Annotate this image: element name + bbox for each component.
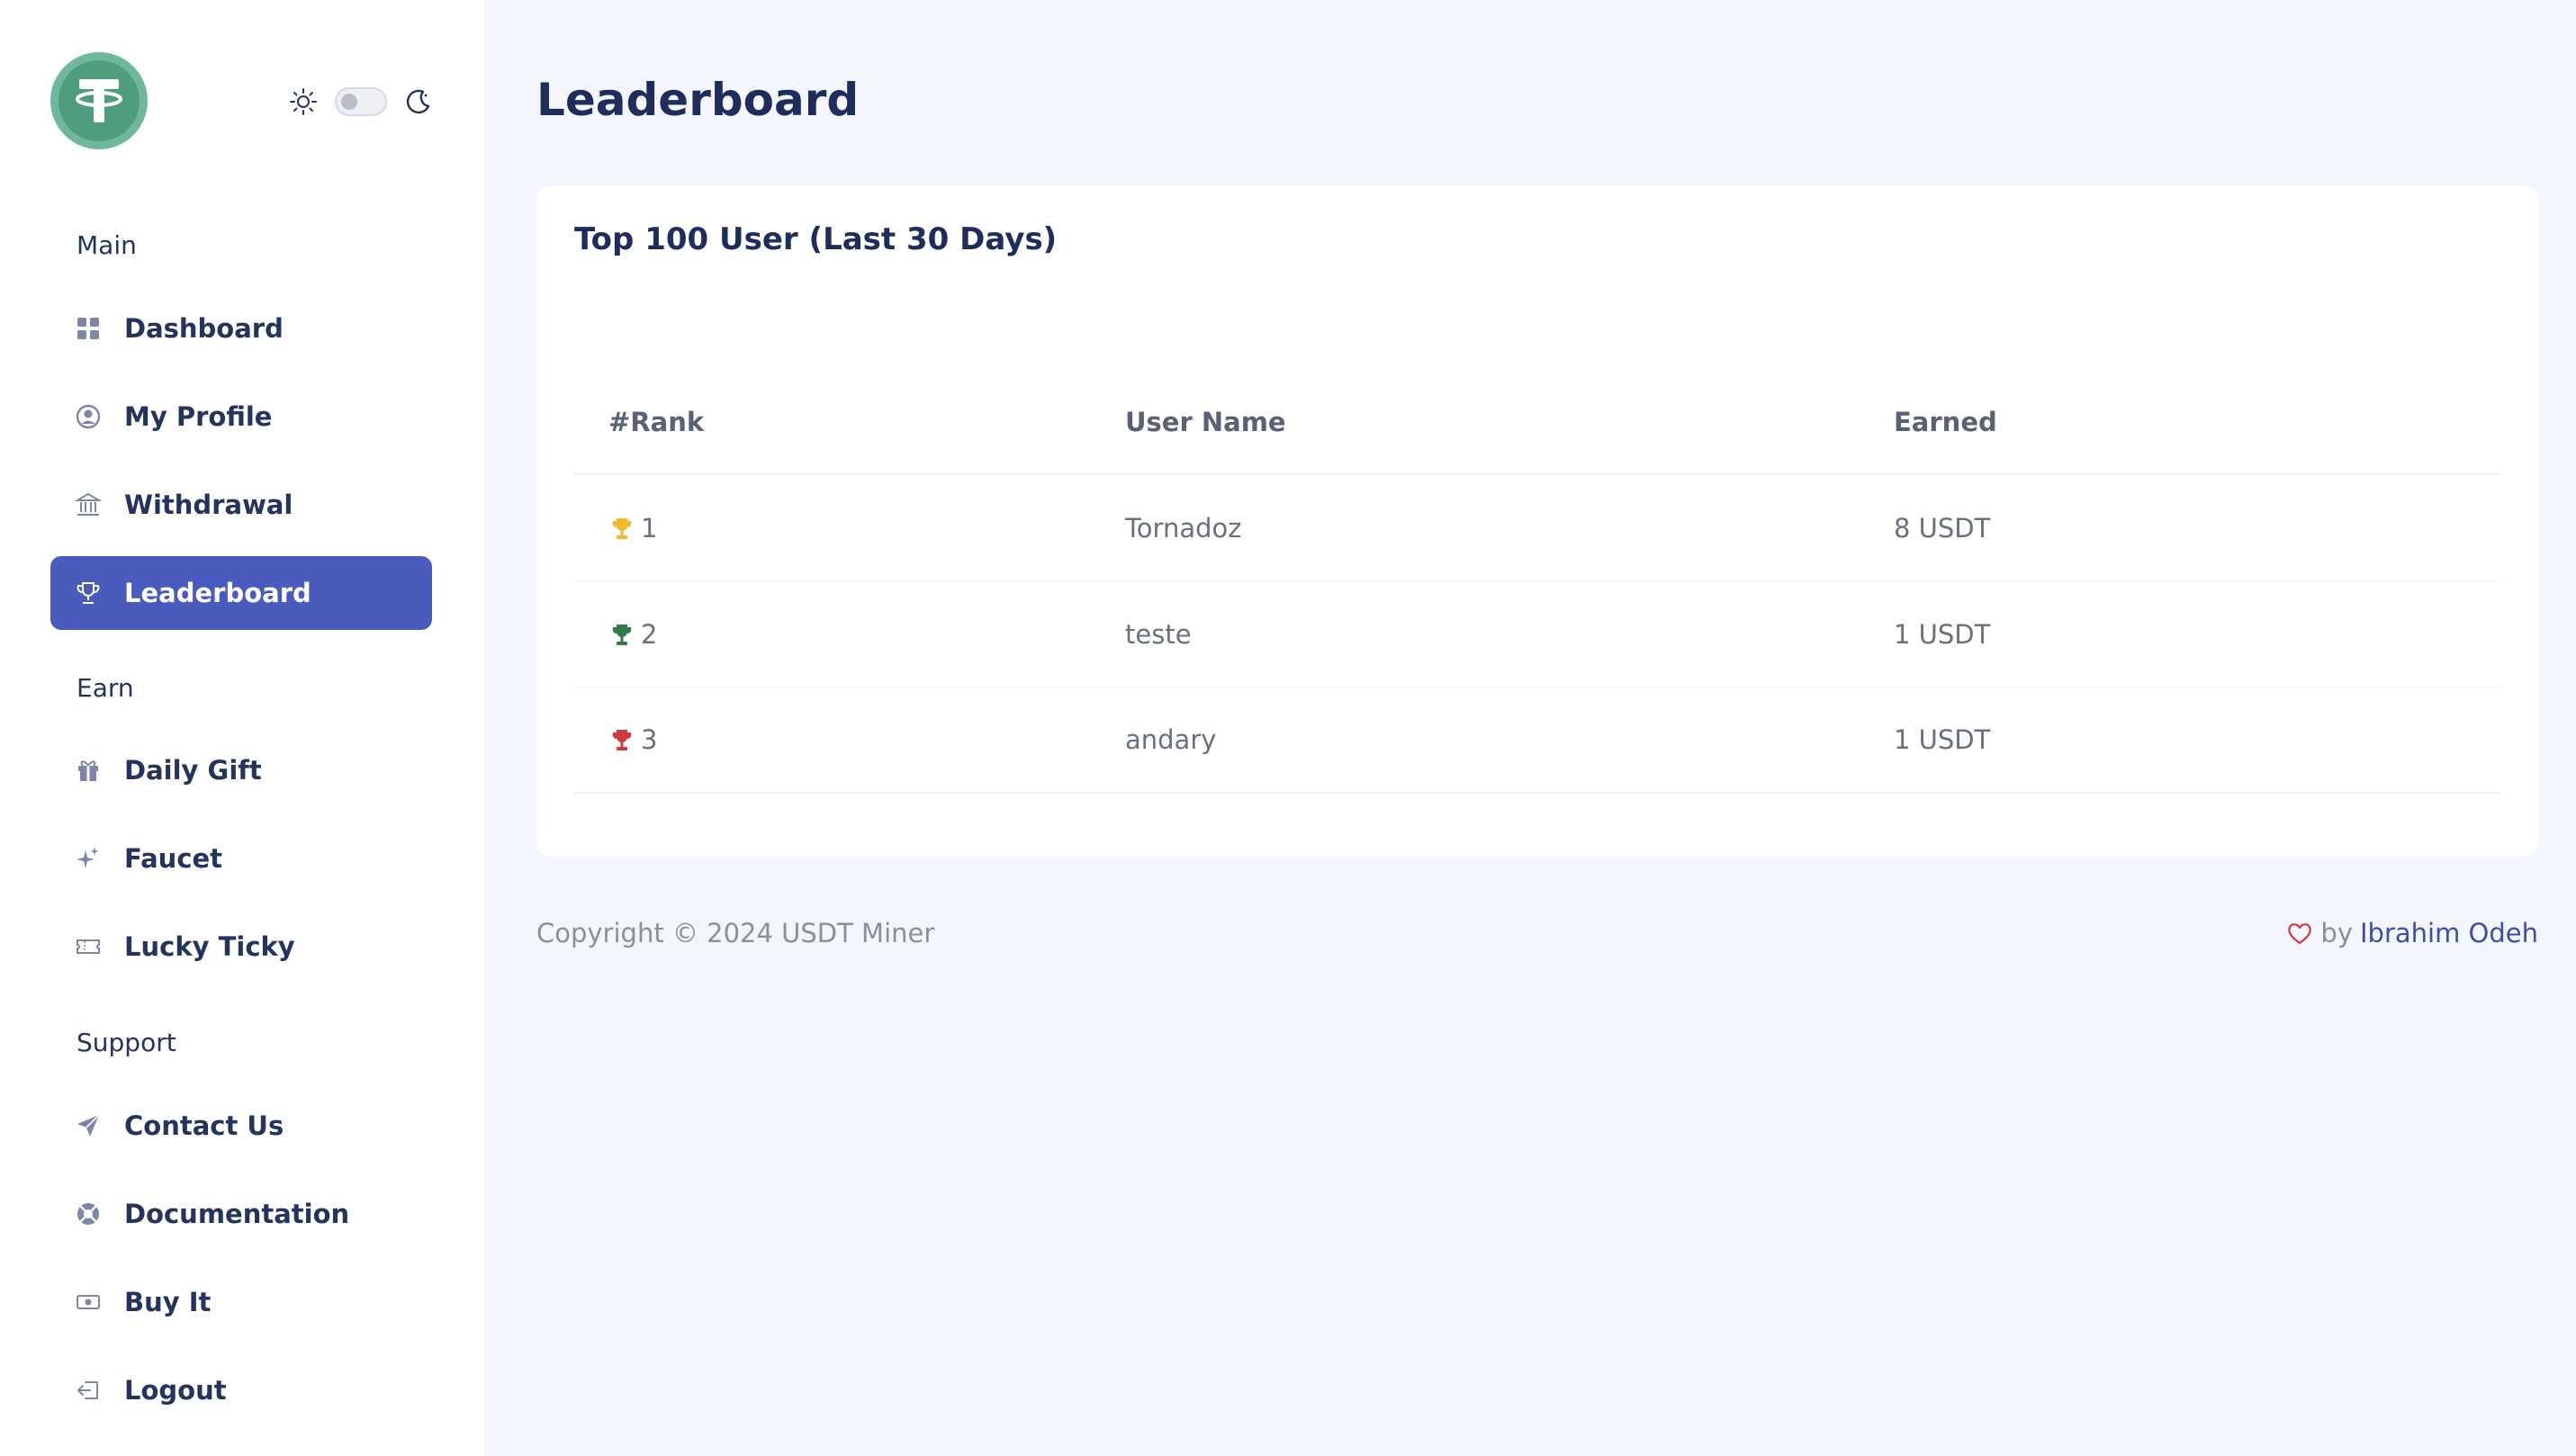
rank-value: 2 bbox=[641, 618, 658, 650]
table-header: #Rank User Name Earned bbox=[574, 371, 2500, 475]
gift-icon bbox=[74, 756, 103, 785]
sidebar-item-dashboard[interactable]: Dashboard bbox=[50, 292, 432, 365]
copyright-text: Copyright © 2024 USDT Miner bbox=[536, 918, 935, 948]
section-title-support: Support bbox=[77, 1028, 176, 1057]
trophy-icon bbox=[74, 579, 103, 607]
sidebar-item-label: Leaderboard bbox=[124, 578, 311, 608]
column-header-user-name[interactable]: User Name bbox=[1125, 407, 1894, 437]
earned-cell: 8 USDT bbox=[1894, 512, 1991, 544]
theme-toggle bbox=[288, 86, 434, 117]
sidebar-item-faucet[interactable]: Faucet bbox=[50, 822, 432, 895]
credits: by Ibrahim Odeh bbox=[2286, 918, 2538, 948]
sidebar-item-label: Documentation bbox=[124, 1199, 350, 1229]
table-row: 1 Tornadoz 8 USDT bbox=[574, 475, 2500, 581]
grid-icon bbox=[74, 314, 103, 343]
sidebar-item-contact-us[interactable]: Contact Us bbox=[50, 1089, 432, 1163]
column-header-rank[interactable]: #Rank bbox=[574, 407, 1125, 437]
logout-icon bbox=[74, 1376, 103, 1405]
sidebar-item-leaderboard[interactable]: Leaderboard bbox=[50, 556, 432, 630]
rank-value: 1 bbox=[641, 512, 658, 544]
table-row: 2 teste 1 USDT bbox=[574, 581, 2500, 688]
brand-row bbox=[50, 52, 434, 151]
table-row: 3 andary 1 USDT bbox=[574, 688, 2500, 794]
leaderboard-table: #Rank User Name Earned 1 Tornadoz 8 USDT… bbox=[574, 371, 2500, 794]
earned-cell: 1 USDT bbox=[1894, 724, 1991, 755]
user-name-cell: Tornadoz bbox=[1125, 512, 1242, 544]
credits-by: by bbox=[2320, 918, 2353, 948]
heart-icon bbox=[2288, 923, 2312, 945]
moon-icon[interactable] bbox=[403, 86, 434, 117]
sidebar-item-label: Withdrawal bbox=[124, 490, 293, 520]
lifebuoy-icon bbox=[74, 1200, 103, 1228]
cash-icon bbox=[74, 1288, 103, 1317]
section-title-main: Main bbox=[77, 230, 137, 260]
sidebar-item-label: Dashboard bbox=[124, 313, 284, 344]
sidebar-item-label: Lucky Ticky bbox=[124, 931, 295, 962]
sidebar-item-documentation[interactable]: Documentation bbox=[50, 1177, 432, 1251]
bank-icon bbox=[74, 490, 103, 519]
sidebar-item-daily-gift[interactable]: Daily Gift bbox=[50, 733, 432, 807]
sidebar-item-lucky-ticky[interactable]: Lucky Ticky bbox=[50, 910, 432, 984]
trophy-green-icon bbox=[612, 624, 632, 645]
sidebar-item-label: Buy It bbox=[124, 1287, 212, 1317]
sidebar-item-withdrawal[interactable]: Withdrawal bbox=[50, 468, 432, 542]
sidebar-item-my-profile[interactable]: My Profile bbox=[50, 380, 432, 454]
sidebar-item-label: Faucet bbox=[124, 843, 223, 874]
sidebar-item-label: Logout bbox=[124, 1375, 227, 1406]
sidebar-item-buy-it[interactable]: Buy It bbox=[50, 1265, 432, 1339]
trophy-red-icon bbox=[612, 730, 632, 750]
user-name-cell: andary bbox=[1125, 724, 1217, 755]
page-title: Leaderboard bbox=[536, 74, 860, 126]
card-title: Top 100 User (Last 30 Days) bbox=[574, 221, 1058, 257]
earned-cell: 1 USDT bbox=[1894, 618, 1991, 650]
sidebar-item-label: Contact Us bbox=[124, 1110, 284, 1141]
rank-value: 3 bbox=[641, 724, 658, 755]
sidebar: Main Dashboard My Profile Withdrawal Lea… bbox=[0, 0, 484, 1456]
sidebar-item-label: Daily Gift bbox=[124, 755, 262, 786]
section-title-earn: Earn bbox=[77, 673, 134, 703]
user-name-cell: teste bbox=[1125, 618, 1192, 650]
dark-mode-switch[interactable] bbox=[335, 87, 387, 116]
ticket-icon bbox=[74, 932, 103, 961]
leaderboard-card: Top 100 User (Last 30 Days) #Rank User N… bbox=[536, 185, 2538, 857]
author-link[interactable]: Ibrahim Odeh bbox=[2360, 918, 2538, 948]
tether-logo[interactable] bbox=[50, 52, 148, 149]
trophy-gold-icon bbox=[612, 517, 632, 539]
sun-icon[interactable] bbox=[288, 86, 319, 117]
sidebar-item-logout[interactable]: Logout bbox=[50, 1353, 432, 1427]
user-circle-icon bbox=[74, 402, 103, 431]
paper-plane-icon bbox=[74, 1111, 103, 1140]
column-header-earned[interactable]: Earned bbox=[1894, 407, 2500, 437]
tether-icon bbox=[76, 79, 122, 122]
sidebar-item-label: My Profile bbox=[124, 401, 273, 432]
sparkles-icon bbox=[74, 844, 103, 873]
